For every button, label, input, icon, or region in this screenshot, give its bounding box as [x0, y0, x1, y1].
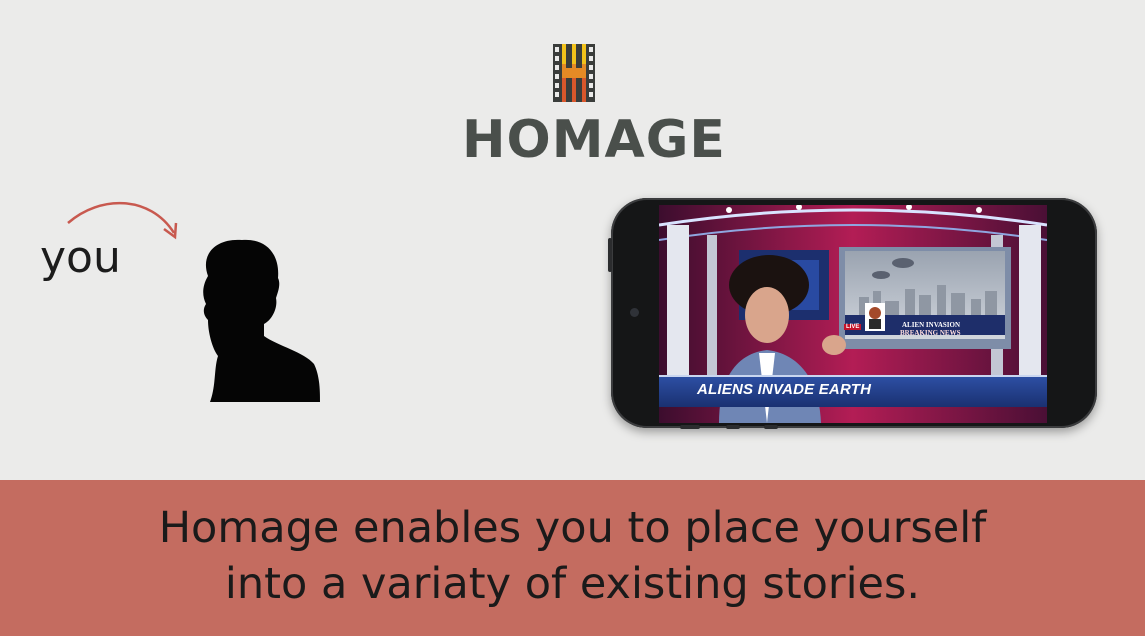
phone-side-button-2 [764, 425, 778, 429]
homage-logo-icon [553, 44, 595, 102]
phone-power-button [680, 425, 700, 429]
caption-line-1: Homage enables you to place yourself [158, 503, 987, 553]
person-silhouette-icon [203, 239, 320, 402]
phone-side-button [726, 425, 740, 429]
live-badge: LIVE [844, 324, 862, 330]
monitor-title: ALIEN INVASION [902, 321, 961, 329]
phone-volume-button [608, 238, 612, 272]
caption-text: Homage enables you to place yourself int… [0, 500, 1145, 612]
caption-line-2: into a variaty of existing stories. [224, 559, 921, 609]
news-headline: ALIENS INVADE EARTH [697, 381, 872, 398]
you-label: you [40, 232, 121, 283]
phone-camera-icon [630, 308, 639, 317]
video-screen[interactable]: LIVE ALIEN INVASION BREAKING NEWS ALIENS… [659, 205, 1047, 423]
monitor-subtitle: BREAKING NEWS [900, 329, 961, 337]
homage-logo-wordmark: HOMAGE [462, 110, 726, 170]
main-stage: HOMAGE you LIVE ALIEN INVASION BREAKING … [0, 0, 1145, 480]
